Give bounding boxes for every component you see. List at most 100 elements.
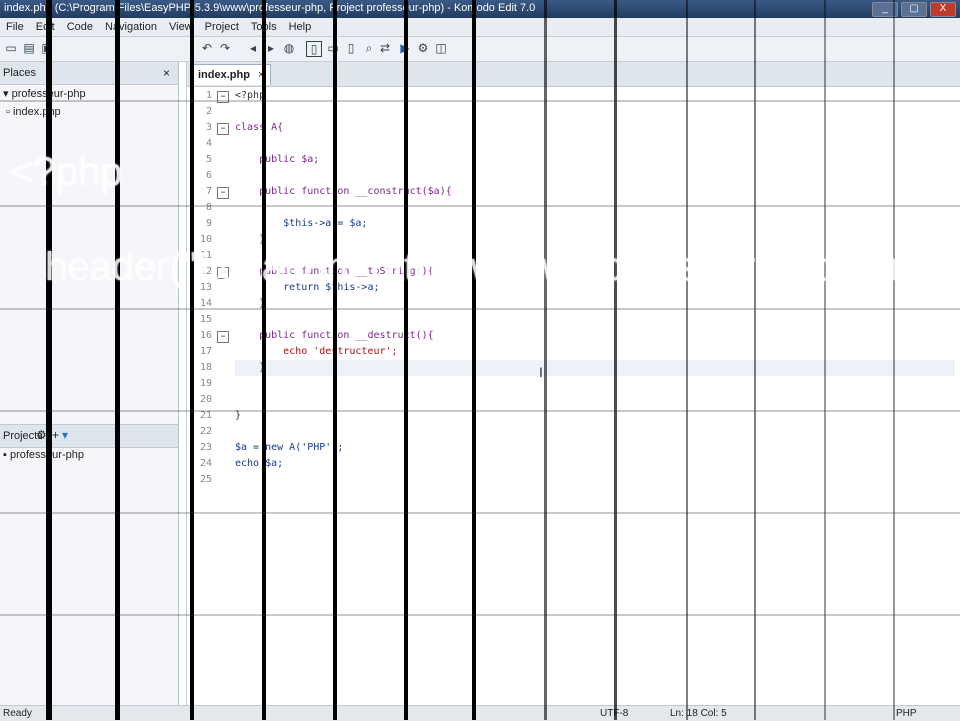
code-line: return $this->a; bbox=[235, 282, 380, 293]
fold-toggle-icon[interactable]: − bbox=[217, 91, 229, 103]
menu-bar: File Edit Code Navigation View Project T… bbox=[0, 18, 960, 37]
language-indicator[interactable]: PHP bbox=[896, 708, 917, 719]
code-line: echo $a; bbox=[235, 458, 284, 469]
code-line: public function __toString(){ bbox=[235, 266, 434, 277]
fold-toggle-icon[interactable]: − bbox=[217, 187, 229, 199]
project-item[interactable]: ▪ professeur-php bbox=[0, 446, 181, 464]
add-icon[interactable]: + bbox=[52, 428, 59, 442]
status-bar: Ready UTF-8 Ln: 18 Col: 5 PHP bbox=[0, 705, 960, 721]
line-number: 22 bbox=[199, 426, 212, 437]
chevron-down-icon[interactable]: ▾ bbox=[62, 428, 68, 442]
open-folder-icon[interactable]: ▤ bbox=[22, 41, 36, 55]
tab-index-php[interactable]: index.php × bbox=[191, 64, 272, 85]
code-line: class A{ bbox=[235, 122, 284, 133]
line-number: 2 bbox=[205, 106, 212, 117]
debug-icon[interactable]: ⚙ bbox=[416, 41, 430, 55]
line-number: 18 bbox=[199, 362, 212, 373]
line-number: 23 bbox=[199, 442, 212, 453]
folder-icon: ▾ bbox=[3, 88, 12, 100]
close-icon[interactable]: × bbox=[163, 66, 170, 80]
toolbar: ▭ ▤ ▣ ↶ ↷ ◂ ▸ ◍ ▯ ▭ ▯ ⌕ ⇄ ▶ ⚙ ◫ bbox=[0, 37, 960, 62]
menu-code[interactable]: Code bbox=[67, 21, 93, 33]
tab-label: index.php bbox=[198, 69, 250, 81]
forward-icon[interactable]: ▸ bbox=[264, 41, 278, 55]
redo-icon[interactable]: ↷ bbox=[218, 41, 232, 55]
globe-icon[interactable]: ◍ bbox=[282, 41, 296, 55]
text-cursor-icon: I bbox=[539, 364, 543, 380]
code-line: public $a; bbox=[235, 154, 320, 165]
line-number: 12 bbox=[199, 266, 212, 277]
code-line: $this->a = $a; bbox=[235, 218, 368, 229]
places-title: Places bbox=[3, 67, 37, 79]
menu-edit[interactable]: Edit bbox=[36, 21, 55, 33]
line-number: 7 bbox=[205, 186, 212, 197]
line-number: 5 bbox=[205, 154, 212, 165]
find-icon[interactable]: ⌕ bbox=[362, 41, 376, 55]
menu-help[interactable]: Help bbox=[289, 21, 312, 33]
close-button[interactable]: X bbox=[930, 2, 956, 17]
code-line-current: } bbox=[235, 360, 955, 376]
line-number: 14 bbox=[199, 298, 212, 309]
fold-toggle-icon[interactable]: − bbox=[217, 123, 229, 135]
line-number-gutter: 1 2 3 4 5 6 7 8 9 10 11 12 13 14 15 16 1… bbox=[187, 88, 215, 488]
undo-icon[interactable]: ↶ bbox=[200, 41, 214, 55]
code-line: } bbox=[235, 298, 266, 309]
left-pane: Places × ▾ professeur-php ▫ index.php Pr… bbox=[0, 62, 179, 705]
line-number: 9 bbox=[205, 218, 212, 229]
fold-toggle-icon[interactable]: − bbox=[217, 267, 229, 279]
window-title: index.php (C:\Program Files\EasyPHP-5.3.… bbox=[4, 2, 536, 14]
status-text: Ready bbox=[3, 708, 32, 719]
menu-file[interactable]: File bbox=[6, 21, 24, 33]
code-line: public function __destruct(){ bbox=[235, 330, 434, 341]
menu-navigation[interactable]: Navigation bbox=[105, 21, 157, 33]
line-number: 8 bbox=[205, 202, 212, 213]
gear-icon[interactable]: ⚙ bbox=[36, 428, 47, 442]
menu-project[interactable]: Project bbox=[205, 21, 239, 33]
projects-pane-header: Projects ⚙ + ▾ bbox=[0, 424, 178, 448]
line-number: 13 bbox=[199, 282, 212, 293]
line-number: 20 bbox=[199, 394, 212, 405]
fold-toggle-icon[interactable]: − bbox=[217, 331, 229, 343]
encoding-indicator[interactable]: UTF-8 bbox=[600, 708, 628, 719]
line-number: 15 bbox=[199, 314, 212, 325]
menu-view[interactable]: View bbox=[169, 21, 193, 33]
new-file-icon[interactable]: ▭ bbox=[4, 41, 18, 55]
menu-tools[interactable]: Tools bbox=[251, 21, 277, 33]
maximize-button[interactable]: ▢ bbox=[901, 2, 927, 17]
line-number: 11 bbox=[199, 250, 212, 261]
code-line: } bbox=[235, 410, 242, 421]
minimize-button[interactable]: _ bbox=[872, 2, 898, 17]
window-title-bar: index.php (C:\Program Files\EasyPHP-5.3.… bbox=[0, 0, 960, 18]
replace-icon[interactable]: ⇄ bbox=[378, 41, 392, 55]
toggle-pane-icon[interactable]: ▯ bbox=[306, 41, 322, 57]
code-line: } bbox=[235, 234, 266, 245]
line-number: 21 bbox=[199, 410, 212, 421]
line-number: 17 bbox=[199, 346, 212, 357]
tree-file[interactable]: ▫ index.php bbox=[0, 103, 178, 121]
pane-bottom-icon[interactable]: ▭ bbox=[326, 41, 340, 55]
pane-right-icon[interactable]: ▯ bbox=[344, 41, 358, 55]
back-icon[interactable]: ◂ bbox=[246, 41, 260, 55]
editor-tab-bar: index.php × bbox=[187, 62, 960, 87]
code-line: $a = new A('PHP'); bbox=[235, 442, 344, 453]
code-area[interactable]: <?php class A{ public $a; public functio… bbox=[235, 88, 955, 488]
tree-root[interactable]: ▾ professeur-php bbox=[0, 85, 178, 103]
code-line: echo 'destructeur'; bbox=[235, 346, 398, 357]
editor-pane: index.php × 1 2 3 4 5 6 7 8 9 10 11 12 1… bbox=[186, 62, 960, 705]
window-controls: _ ▢ X bbox=[872, 2, 956, 17]
line-number: 25 bbox=[199, 474, 212, 485]
tab-close-icon[interactable]: × bbox=[258, 69, 264, 81]
line-number: 24 bbox=[199, 458, 212, 469]
save-icon[interactable]: ▣ bbox=[40, 41, 54, 55]
project-icon: ▪ bbox=[3, 449, 10, 461]
line-number: 19 bbox=[199, 378, 212, 389]
browser-preview-icon[interactable]: ◫ bbox=[434, 41, 448, 55]
run-icon[interactable]: ▶ bbox=[398, 41, 412, 55]
